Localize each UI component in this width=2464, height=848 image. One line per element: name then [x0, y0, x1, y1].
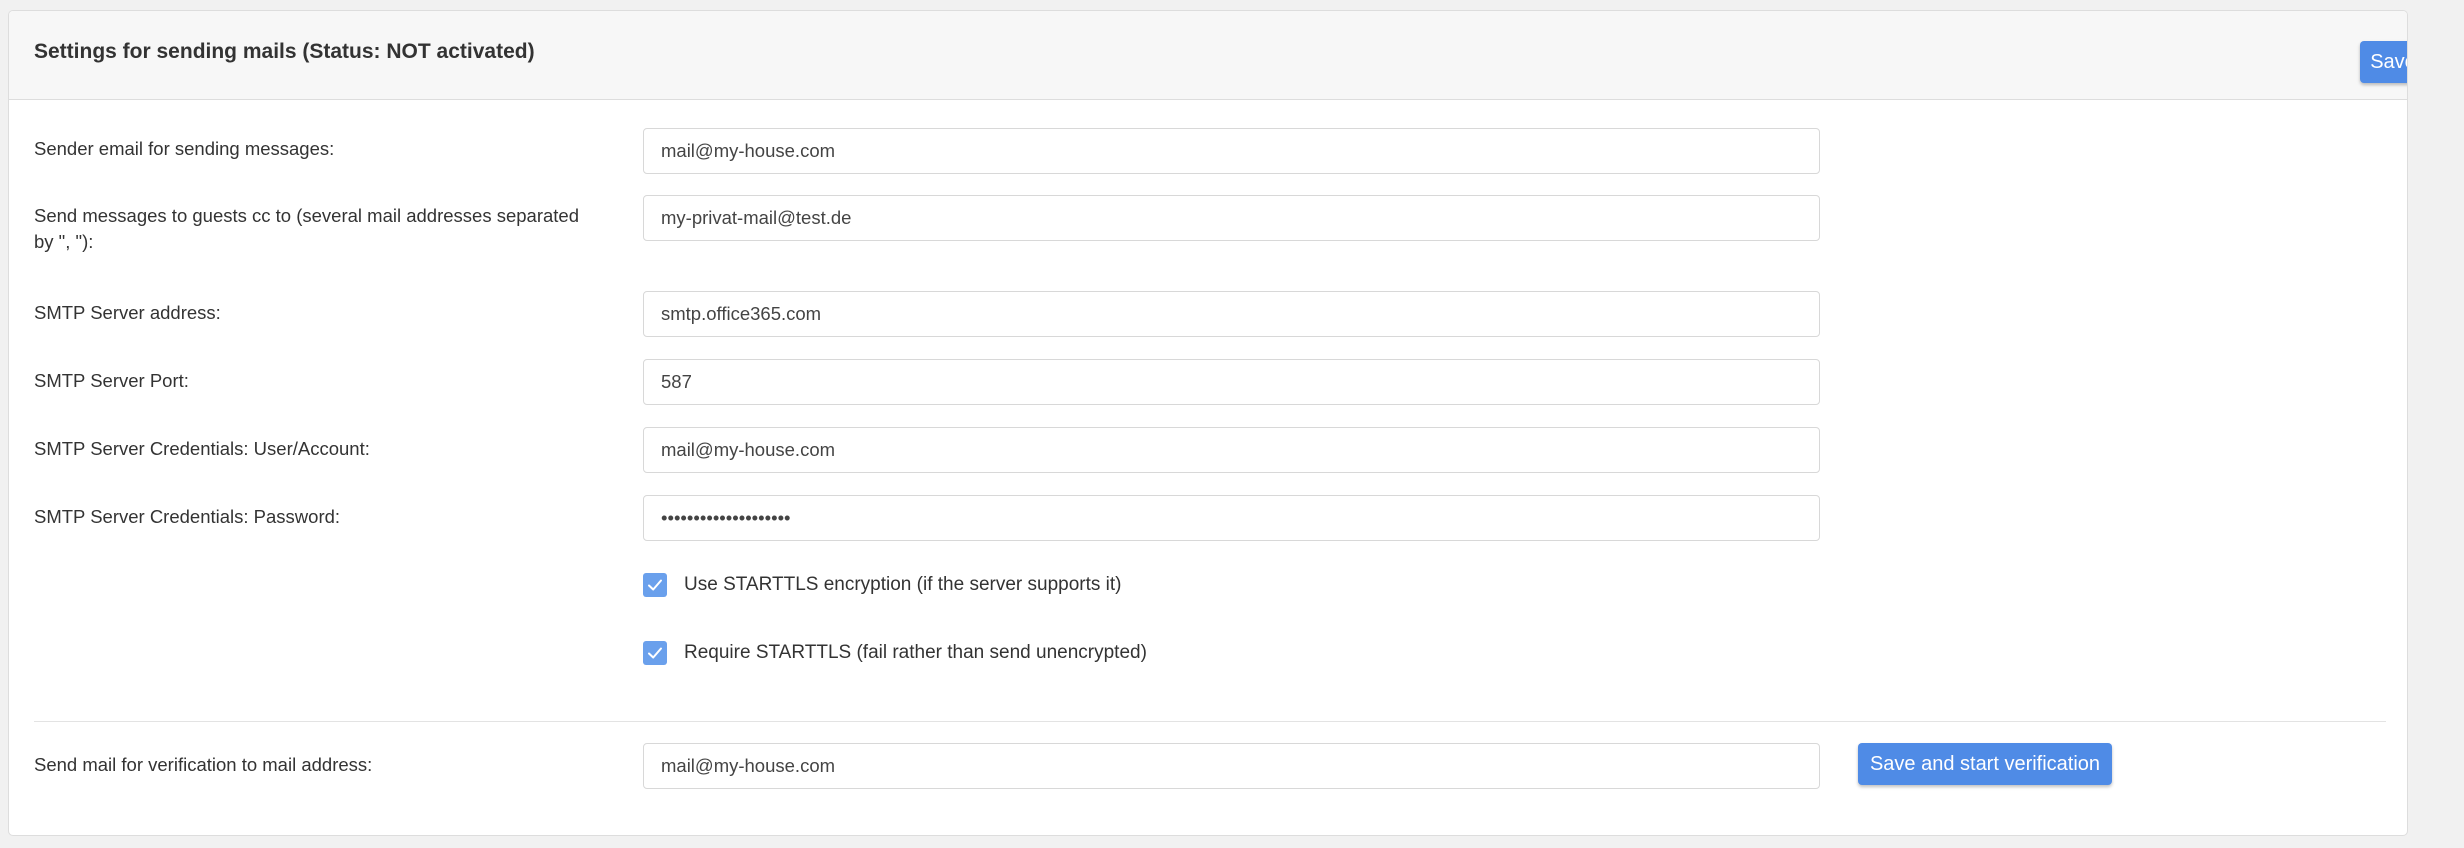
- require-starttls-row: Require STARTTLS (fail rather than send …: [643, 640, 1147, 666]
- smtp-address-label: SMTP Server address:: [34, 302, 221, 323]
- cc-guests-label-line1: Send messages to guests cc to (several m…: [34, 205, 580, 226]
- starttls-checkbox[interactable]: [643, 573, 667, 597]
- panel-header: Settings for sending mails (Status: NOT …: [9, 11, 2407, 100]
- cc-guests-label: Send messages to guests cc to (several m…: [34, 203, 579, 255]
- cc-guests-input[interactable]: [643, 195, 1820, 241]
- mail-settings-panel: Settings for sending mails (Status: NOT …: [8, 10, 2408, 836]
- smtp-port-input[interactable]: [643, 359, 1820, 405]
- verification-label: Send mail for verification to mail addre…: [34, 754, 373, 775]
- smtp-port-label: SMTP Server Port:: [34, 370, 189, 391]
- smtp-user-input[interactable]: [643, 427, 1820, 473]
- section-divider: [34, 721, 2386, 722]
- starttls-row: Use STARTTLS encryption (if the server s…: [643, 572, 1122, 598]
- save-button[interactable]: Save: [2360, 41, 2407, 83]
- sender-email-label: Sender email for sending messages:: [34, 138, 335, 159]
- starttls-label: Use STARTTLS encryption (if the server s…: [684, 574, 1122, 595]
- check-icon: [648, 579, 662, 591]
- check-icon: [648, 647, 662, 659]
- require-starttls-checkbox[interactable]: [643, 641, 667, 665]
- smtp-password-input[interactable]: [643, 495, 1820, 541]
- smtp-address-input[interactable]: [643, 291, 1820, 337]
- panel-title: Settings for sending mails (Status: NOT …: [34, 40, 535, 63]
- cc-guests-label-line2: by ", "):: [34, 231, 94, 252]
- smtp-user-label: SMTP Server Credentials: User/Account:: [34, 438, 370, 459]
- require-starttls-label: Require STARTTLS (fail rather than send …: [684, 642, 1147, 663]
- sender-email-input[interactable]: [643, 128, 1820, 174]
- verification-email-input[interactable]: [643, 743, 1820, 789]
- save-and-verify-button[interactable]: Save and start verification: [1858, 743, 2112, 785]
- smtp-password-label: SMTP Server Credentials: Password:: [34, 506, 341, 527]
